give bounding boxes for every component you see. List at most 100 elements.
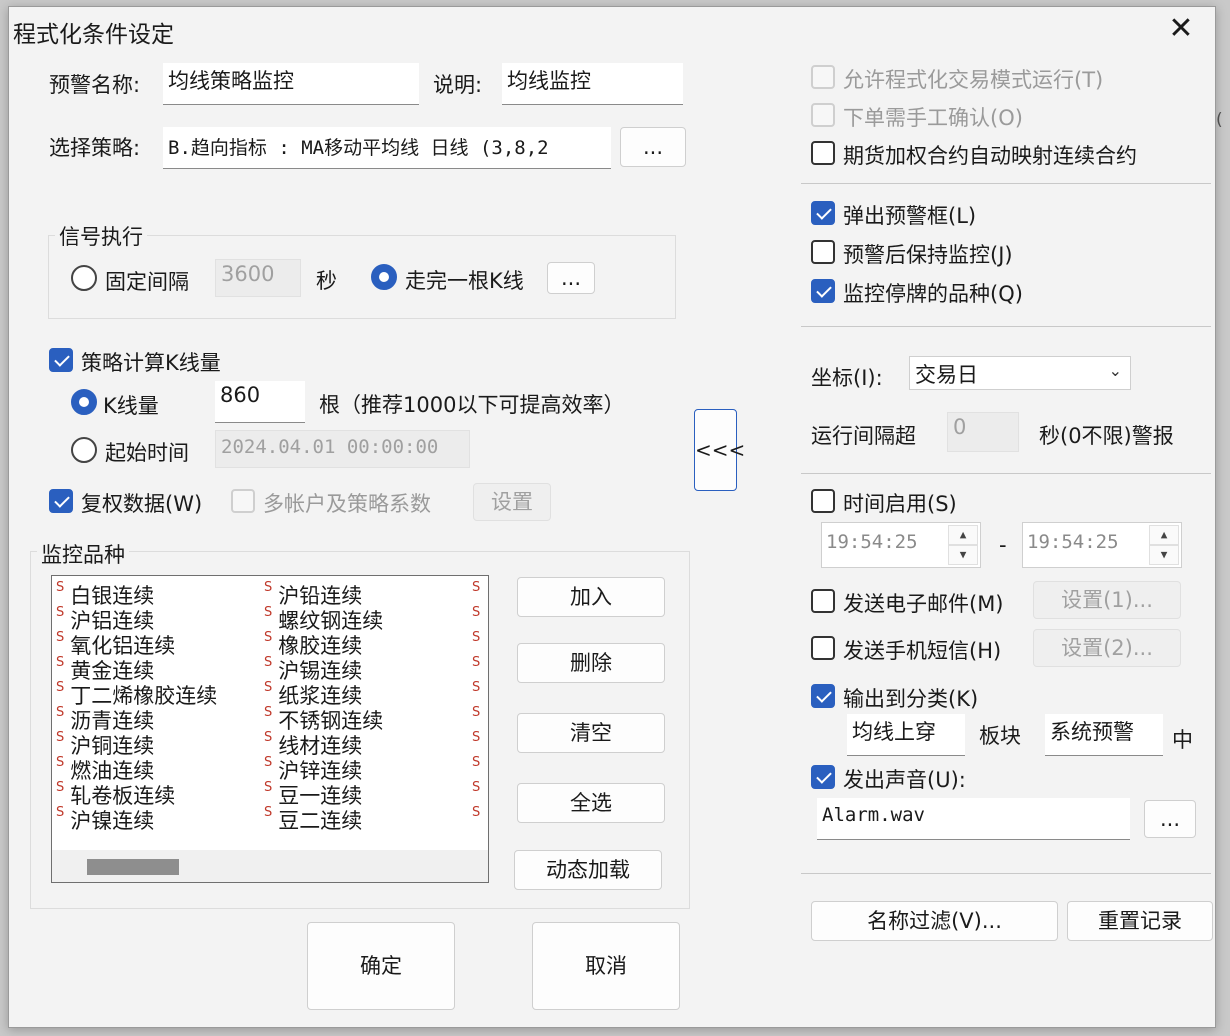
close-icon[interactable]: ✕ <box>1161 11 1201 47</box>
start-time-label: 起始时间 <box>105 441 189 465</box>
multi-account-setup-button[interactable]: 设置 <box>473 483 551 521</box>
monitor-suspended-checkbox[interactable] <box>811 279 835 303</box>
manual-confirm-checkbox[interactable] <box>811 103 835 127</box>
name-filter-button[interactable]: 名称过滤(V)... <box>811 901 1058 941</box>
ok-button[interactable]: 确定 <box>307 922 455 1010</box>
scrollbar-thumb[interactable] <box>87 859 179 875</box>
list-item-marker: S <box>264 605 273 620</box>
adjust-data-label: 复权数据(W) <box>81 492 203 516</box>
list-item[interactable]: S <box>472 680 486 704</box>
kline-complete-radio[interactable] <box>371 264 397 290</box>
list-item[interactable]: S <box>472 730 486 754</box>
title-bar: 程式化条件设定 ✕ <box>9 7 1215 51</box>
fixed-interval-radio[interactable] <box>71 265 97 291</box>
output-category-checkbox[interactable] <box>811 684 835 708</box>
monitor-items-list[interactable]: S 白银连续 S 沪铝连续 S 氧化铝连续 S 黄金连续 S 丁二烯橡胶连续 S 沥青连续 S 沪铜连续 S… <box>51 575 489 883</box>
adjust-data-checkbox[interactable] <box>49 489 73 513</box>
seconds-label: 秒 <box>316 269 337 293</box>
manual-confirm-label: 下单需手工确认(O) <box>843 106 1023 130</box>
coordinate-select[interactable]: 交易日 ⌄ <box>909 356 1131 390</box>
list-item-label: 豆二连续 <box>278 809 363 833</box>
list-item-marker: S <box>472 630 481 645</box>
strategy-label: 选择策略: <box>49 136 141 160</box>
board-field[interactable]: 系统预警 <box>1045 714 1163 756</box>
kline-count-radio[interactable] <box>71 389 97 415</box>
list-item[interactable]: S <box>472 655 486 679</box>
keep-monitor-checkbox[interactable] <box>811 240 835 264</box>
output-category-label: 输出到分类(K) <box>843 687 979 711</box>
description-field[interactable]: 均线监控 <box>502 63 683 105</box>
list-item-marker: S <box>56 780 65 795</box>
list-item-marker: S <box>472 605 481 620</box>
multi-account-label: 多帐户及策略系数 <box>263 492 431 516</box>
list-item-marker: S <box>264 805 273 820</box>
coordinate-select-value: 交易日 <box>915 363 978 387</box>
sms-setup-button[interactable]: 设置(2)... <box>1033 629 1181 667</box>
email-setup-button[interactable]: 设置(1)... <box>1033 581 1181 619</box>
cancel-button[interactable]: 取消 <box>532 922 680 1010</box>
calc-kline-checkbox[interactable] <box>49 348 73 372</box>
list-item-marker: S <box>472 780 481 795</box>
kline-complete-label: 走完一根K线 <box>405 269 524 293</box>
spin-down-icon[interactable]: ▼ <box>1149 545 1179 565</box>
list-item[interactable]: S 豆二连续 <box>264 805 362 835</box>
allow-trade-mode-checkbox[interactable] <box>811 65 835 89</box>
reset-record-button[interactable]: 重置记录 <box>1067 901 1213 941</box>
list-item[interactable]: S <box>472 630 486 654</box>
list-item-marker: S <box>472 705 481 720</box>
list-item[interactable]: S <box>472 605 486 629</box>
monitor-items-label: 监控品种 <box>37 539 129 569</box>
start-time-field[interactable]: 2024.04.01 00:00:00 <box>215 430 470 468</box>
list-item[interactable]: S <box>472 780 486 804</box>
popup-alert-checkbox[interactable] <box>811 201 835 225</box>
popup-alert-label: 弹出预警框(L) <box>843 204 977 228</box>
list-item-label: 沪镍连续 <box>70 809 155 833</box>
list-item-marker: S <box>472 655 481 670</box>
list-item[interactable]: S <box>472 805 486 829</box>
category-field[interactable]: 均线上穿 <box>847 714 965 756</box>
multi-account-checkbox[interactable] <box>231 489 255 513</box>
delete-button[interactable]: 删除 <box>517 643 665 683</box>
spin-up-icon[interactable]: ▲ <box>1149 525 1179 545</box>
play-sound-checkbox[interactable] <box>811 765 835 789</box>
list-item[interactable]: S 沪镍连续 <box>56 805 154 835</box>
time-start-field[interactable]: 19:54:25 ▲ ▼ <box>821 522 981 568</box>
collapse-panel-button[interactable]: <<< <box>694 409 745 491</box>
start-time-radio[interactable] <box>71 437 97 463</box>
clear-button[interactable]: 清空 <box>517 713 665 753</box>
list-item-marker: S <box>264 655 273 670</box>
fixed-interval-field[interactable]: 3600 <box>215 259 301 297</box>
sound-browse-button[interactable]: ... <box>1144 800 1196 838</box>
kline-count-field[interactable]: 860 <box>215 381 305 423</box>
alert-name-field[interactable]: 均线策略监控 <box>163 63 419 105</box>
strategy-browse-button[interactable]: ... <box>620 127 686 167</box>
list-item-marker: S <box>56 630 65 645</box>
list-item-marker: S <box>56 805 65 820</box>
spin-up-icon[interactable]: ▲ <box>948 525 978 545</box>
futures-map-checkbox[interactable] <box>811 141 835 165</box>
run-interval-label: 运行间隔超 <box>811 424 916 448</box>
run-interval-suffix: 秒(0不限)警报 <box>1039 424 1174 448</box>
select-all-button[interactable]: 全选 <box>517 783 665 823</box>
list-item-marker: S <box>472 680 481 695</box>
time-end-field[interactable]: 19:54:25 ▲ ▼ <box>1022 522 1182 568</box>
horizontal-scrollbar[interactable] <box>52 850 488 882</box>
spin-down-icon[interactable]: ▼ <box>948 545 978 565</box>
send-email-checkbox[interactable] <box>811 589 835 613</box>
list-item[interactable]: S <box>472 580 486 604</box>
sound-file-field[interactable]: Alarm.wav <box>817 798 1130 840</box>
send-sms-checkbox[interactable] <box>811 636 835 660</box>
signal-execution-label: 信号执行 <box>55 221 147 251</box>
time-range-dash: - <box>999 533 1007 557</box>
list-item[interactable]: S <box>472 755 486 779</box>
time-enable-checkbox[interactable] <box>811 489 835 513</box>
kline-complete-button[interactable]: ... <box>547 262 595 294</box>
fixed-interval-label: 固定间隔 <box>105 270 189 294</box>
list-item-marker: S <box>264 780 273 795</box>
run-interval-field[interactable]: 0 <box>947 412 1019 452</box>
list-item-marker: S <box>264 755 273 770</box>
dynamic-load-button[interactable]: 动态加载 <box>514 850 662 890</box>
add-button[interactable]: 加入 <box>517 577 665 617</box>
strategy-field[interactable]: B.趋向指标 : MA移动平均线 日线 (3,8,2 <box>163 127 611 169</box>
list-item[interactable]: S <box>472 705 486 729</box>
